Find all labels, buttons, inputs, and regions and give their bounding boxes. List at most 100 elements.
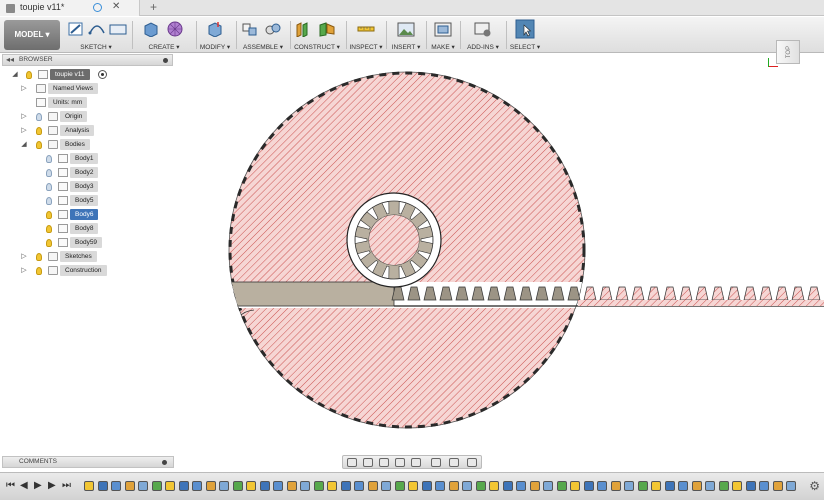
- timeline-feature-icon[interactable]: [556, 481, 567, 491]
- timeline-feature-icon[interactable]: [192, 481, 202, 491]
- tree-root-row[interactable]: ◢ toupie v11: [2, 69, 173, 81]
- tree-item-label[interactable]: Body3: [70, 181, 99, 192]
- timeline-feature-icon[interactable]: [462, 481, 472, 491]
- tree-item-label[interactable]: Body8: [70, 223, 99, 234]
- timeline-feature-icon[interactable]: [367, 481, 378, 491]
- tree-item-bodies[interactable]: ◢ Bodies: [2, 139, 173, 151]
- visibility-bulb-icon[interactable]: [46, 169, 52, 177]
- tree-item-body2[interactable]: Body2: [2, 167, 173, 179]
- tree-item-construction[interactable]: ▷ Construction: [2, 265, 173, 277]
- step-forward-icon[interactable]: ▶: [48, 480, 56, 492]
- zoom-icon[interactable]: [395, 458, 405, 467]
- timeline-feature-icon[interactable]: [246, 481, 256, 491]
- orbit-icon[interactable]: [347, 458, 357, 467]
- timeline-feature-icon[interactable]: [259, 481, 270, 491]
- construct-menu-label[interactable]: CONSTRUCT ▾: [290, 43, 344, 51]
- visibility-bulb-icon[interactable]: [36, 127, 42, 135]
- tree-item-body5[interactable]: Body5: [2, 195, 173, 207]
- browser-header[interactable]: ◂◂ BROWSER: [2, 54, 173, 66]
- timeline-feature-icon[interactable]: [97, 481, 108, 491]
- timeline-feature-icon[interactable]: [205, 481, 216, 491]
- make-menu-label[interactable]: MAKE ▾: [428, 43, 458, 51]
- sketch-group[interactable]: SKETCH ▾: [64, 19, 128, 51]
- pin-icon[interactable]: [163, 58, 168, 63]
- timeline-feature-icon[interactable]: [489, 481, 499, 491]
- visibility-bulb-icon[interactable]: [46, 155, 52, 163]
- timeline-feature-icon[interactable]: [232, 481, 243, 491]
- timeline-feature-icon[interactable]: [718, 481, 729, 491]
- timeline-feature-icon[interactable]: [543, 481, 553, 491]
- timeline-feature-icon[interactable]: [516, 481, 526, 491]
- viewports-icon[interactable]: [467, 458, 477, 467]
- timeline-feature-icon[interactable]: [448, 481, 459, 491]
- select-menu-label[interactable]: SELECT ▾: [508, 43, 542, 51]
- timeline-feature-icon[interactable]: [772, 481, 783, 491]
- tree-item-label[interactable]: Body1: [70, 153, 99, 164]
- tree-item-label[interactable]: Analysis: [60, 125, 95, 136]
- tree-item-label[interactable]: Body2: [70, 167, 99, 178]
- skip-end-icon[interactable]: ⏭: [62, 480, 71, 492]
- timeline-feature-icon[interactable]: [759, 481, 769, 491]
- modify-menu-label[interactable]: MODIFY ▾: [198, 43, 232, 51]
- close-tab-icon[interactable]: ✕: [112, 1, 120, 12]
- tree-item-units[interactable]: Units: mm: [2, 97, 173, 109]
- collapse-icon[interactable]: ◢: [20, 139, 28, 151]
- timeline-feature-icon[interactable]: [597, 481, 607, 491]
- timeline-feature-icon[interactable]: [300, 481, 310, 491]
- expand-icon[interactable]: ▷: [20, 265, 28, 277]
- create-group[interactable]: CREATE ▾: [136, 19, 192, 51]
- tree-item-label[interactable]: Construction: [60, 265, 107, 276]
- collapse-panel-icon[interactable]: ◂◂: [6, 55, 14, 64]
- skip-start-icon[interactable]: ⏮: [6, 480, 15, 492]
- tree-root-label[interactable]: toupie v11: [50, 69, 90, 80]
- visibility-bulb-icon[interactable]: [46, 239, 52, 247]
- create-sketch-icon[interactable]: [67, 21, 85, 37]
- pan-icon[interactable]: [379, 458, 389, 467]
- tree-item-label[interactable]: Body5: [70, 195, 99, 206]
- tree-item-label[interactable]: Body59: [70, 237, 103, 248]
- timeline-feature-icon[interactable]: [664, 481, 675, 491]
- tree-item-label[interactable]: Units: mm: [48, 97, 88, 108]
- timeline-feature-icon[interactable]: [84, 481, 94, 491]
- offset-plane-icon[interactable]: [294, 21, 312, 37]
- timeline-feature-icon[interactable]: [610, 481, 621, 491]
- form-icon[interactable]: [166, 21, 184, 37]
- tree-item-named-views[interactable]: ▷ Named Views: [2, 83, 173, 95]
- timeline-feature-icon[interactable]: [354, 481, 364, 491]
- workspace-switcher-button[interactable]: MODEL ▾: [4, 20, 60, 50]
- timeline-feature-icon[interactable]: [502, 481, 513, 491]
- timeline-feature-icon[interactable]: [138, 481, 148, 491]
- inspect-group[interactable]: INSPECT ▾: [347, 19, 385, 51]
- collapse-icon[interactable]: ◢: [11, 69, 19, 81]
- timeline-feature-icon[interactable]: [408, 481, 418, 491]
- visibility-bulb-icon[interactable]: [36, 113, 42, 121]
- section-view[interactable]: [174, 54, 824, 454]
- timeline-feature-icon[interactable]: [786, 481, 796, 491]
- addins-group[interactable]: ADD-INS ▾: [462, 19, 504, 51]
- sketch-menu-label[interactable]: SKETCH ▾: [64, 43, 128, 51]
- timeline-feature-icon[interactable]: [286, 481, 297, 491]
- timeline-feature-icon[interactable]: [705, 481, 715, 491]
- tree-item-origin[interactable]: ▷ Origin: [2, 111, 173, 123]
- visibility-bulb-icon[interactable]: [46, 197, 52, 205]
- visibility-bulb-icon[interactable]: [36, 267, 42, 275]
- visibility-bulb-icon[interactable]: [46, 225, 52, 233]
- measure-icon[interactable]: [357, 21, 375, 37]
- tree-item-body8[interactable]: Body8: [2, 223, 173, 235]
- timeline-feature-icon[interactable]: [327, 481, 337, 491]
- tree-item-label-selected[interactable]: Body6: [70, 209, 99, 220]
- comments-panel-header[interactable]: COMMENTS: [2, 456, 174, 468]
- timeline-feature-icon[interactable]: [111, 481, 121, 491]
- tree-item-sketches[interactable]: ▷ Sketches: [2, 251, 173, 263]
- tree-item-analysis[interactable]: ▷ Analysis: [2, 125, 173, 137]
- new-component-icon[interactable]: [241, 21, 259, 37]
- make-group[interactable]: MAKE ▾: [428, 19, 458, 51]
- timeline-feature-icon[interactable]: [273, 481, 283, 491]
- tree-item-label[interactable]: Sketches: [60, 251, 97, 262]
- visibility-bulb-icon[interactable]: [46, 183, 52, 191]
- expand-icon[interactable]: ▷: [20, 125, 28, 137]
- create-menu-label[interactable]: CREATE ▾: [136, 43, 192, 51]
- display-settings-icon[interactable]: [431, 458, 441, 467]
- tree-item-body3[interactable]: Body3: [2, 181, 173, 193]
- visibility-bulb-icon[interactable]: [36, 253, 42, 261]
